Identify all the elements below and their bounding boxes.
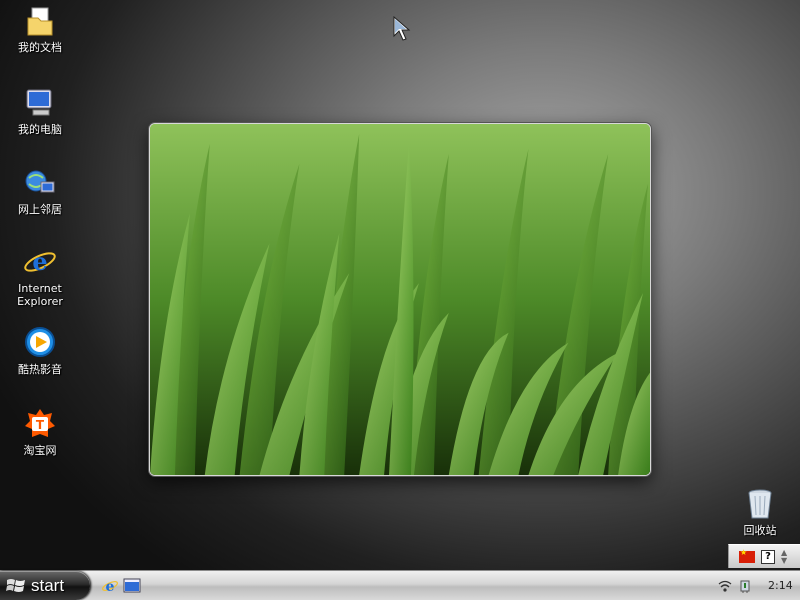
- svg-text:e: e: [106, 579, 115, 595]
- mouse-cursor-icon: [393, 16, 411, 41]
- recycle-bin-icon: [748, 489, 772, 519]
- desktop-icon-label: 我的电脑: [18, 123, 62, 136]
- taobao-icon: T: [25, 409, 55, 437]
- desktop-icon-taobao[interactable]: T 淘宝网: [1, 407, 79, 457]
- desktop-icon-network-places[interactable]: 网上邻居: [1, 166, 79, 216]
- wallpaper-photo-frame: [149, 123, 651, 476]
- taskbar: start e 2:14: [0, 570, 800, 600]
- show-desktop-icon[interactable]: [123, 577, 141, 595]
- desktop-icon-my-computer[interactable]: 我的电脑: [1, 86, 79, 136]
- desktop-icon-media-player[interactable]: 酷热影音: [1, 326, 79, 376]
- system-tray: 2:14: [710, 571, 800, 600]
- desktop-icon-label: 酷热影音: [18, 363, 62, 376]
- desktop-icon-label: Internet Explorer: [17, 282, 63, 308]
- internet-explorer-icon[interactable]: e: [101, 577, 119, 595]
- desktop-icon-internet-explorer[interactable]: e Internet Explorer: [1, 245, 79, 308]
- language-bar: ? ▲▼: [728, 544, 800, 568]
- svg-text:e: e: [32, 247, 47, 276]
- start-label: start: [31, 575, 65, 595]
- windows-logo-icon: [6, 578, 25, 592]
- internet-explorer-icon: e: [24, 247, 56, 276]
- grass-photo: [150, 124, 650, 475]
- china-flag-icon[interactable]: [739, 548, 755, 563]
- clock[interactable]: 2:14: [768, 579, 793, 592]
- language-bar-options-icon[interactable]: ▲ ▼: [781, 548, 789, 565]
- desktop-icon-label: 回收站: [743, 524, 777, 537]
- network-places-icon: [25, 170, 55, 193]
- start-button[interactable]: start: [0, 571, 90, 600]
- svg-text:T: T: [36, 418, 45, 432]
- wireless-network-icon[interactable]: [718, 579, 732, 593]
- safely-remove-hardware-icon[interactable]: [738, 579, 752, 593]
- desktop-icon-label: 网上邻居: [18, 203, 62, 216]
- my-documents-icon: [27, 7, 53, 36]
- desktop-icon-label: 淘宝网: [23, 444, 57, 457]
- desktop-icon-my-documents[interactable]: 我的文档: [1, 4, 79, 54]
- help-icon[interactable]: ?: [761, 549, 775, 564]
- desktop-icon-recycle-bin[interactable]: 回收站: [721, 487, 799, 537]
- desktop-icon-label: 我的文档: [18, 41, 62, 54]
- my-computer-icon: [26, 89, 52, 116]
- media-player-icon: [25, 327, 55, 357]
